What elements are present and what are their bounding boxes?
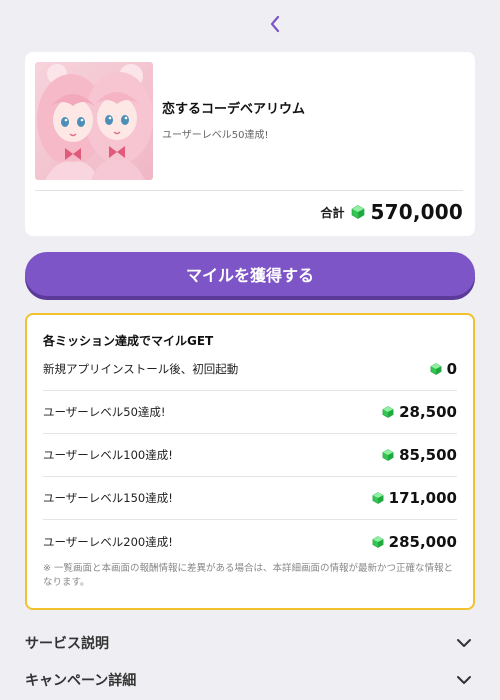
mission-reward: 171,000 [372, 489, 457, 507]
chevron-down-icon [457, 639, 471, 647]
accordion-campaign-details[interactable]: キャンペーン詳細 [25, 665, 475, 695]
mission-value: 285,000 [388, 532, 457, 551]
missions-heading: 各ミッション達成でマイルGET [43, 334, 214, 348]
green-gem-icon [372, 492, 384, 504]
app-thumbnail[interactable] [35, 62, 153, 180]
back-button[interactable] [262, 10, 288, 38]
mission-reward: 285,000 [372, 533, 457, 551]
offer-card: 恋するコーデベアリウム ユーザーレベル50達成! 合計 570,000 [25, 52, 475, 236]
green-gem-icon [372, 535, 384, 548]
green-gem-icon [382, 406, 394, 418]
divider [35, 190, 463, 191]
mission-value: 171,000 [388, 489, 457, 507]
total-label: 合計 [320, 205, 345, 220]
mission-label: 新規アプリインストール後、初回起動 [43, 362, 239, 376]
missions-panel: 各ミッション達成でマイルGET 新規アプリインストール後、初回起動 0 ユーザー… [25, 313, 475, 610]
app-subtitle: ユーザーレベル50達成! [162, 130, 269, 141]
accordion-service-description[interactable]: サービス説明 [25, 628, 475, 658]
accordion-label: サービス説明 [25, 636, 109, 652]
mission-reward: 28,500 [382, 403, 457, 421]
mission-row: ユーザーレベル200達成! 285,000 [43, 520, 457, 563]
total-row: 合計 570,000 [320, 200, 463, 224]
chevron-down-icon [457, 676, 471, 684]
get-miles-button[interactable]: マイルを獲得する [25, 252, 475, 296]
mission-reward: 0 [430, 360, 457, 378]
mission-value: 0 [446, 360, 457, 378]
mission-label: ユーザーレベル50達成! [43, 405, 166, 419]
disclaimer-note: ※ 一覧画面と本画面の報酬情報に差異がある場合は、本詳細画面の情報が最新かつ正確… [43, 563, 453, 588]
mission-row: ユーザーレベル100達成! 85,500 [43, 434, 457, 477]
accordion-label: キャンペーン詳細 [25, 673, 137, 689]
green-gem-icon [430, 363, 441, 375]
total-value: 570,000 [370, 200, 463, 224]
mission-row: ユーザーレベル150達成! 171,000 [43, 477, 457, 520]
mission-row: ユーザーレベル50達成! 28,500 [43, 391, 457, 434]
app-title: 恋するコーデベアリウム [162, 102, 306, 117]
mission-label: ユーザーレベル100達成! [43, 448, 173, 462]
mission-label: ユーザーレベル150達成! [43, 491, 173, 505]
green-gem-icon [382, 449, 394, 461]
mission-row: 新規アプリインストール後、初回起動 0 [43, 348, 457, 391]
mission-reward: 85,500 [382, 446, 457, 464]
green-gem-icon [351, 205, 364, 219]
mission-value: 28,500 [399, 403, 457, 421]
chevron-left-icon [270, 15, 280, 33]
mission-value: 85,500 [399, 446, 457, 464]
mission-label: ユーザーレベル200達成! [43, 534, 173, 549]
